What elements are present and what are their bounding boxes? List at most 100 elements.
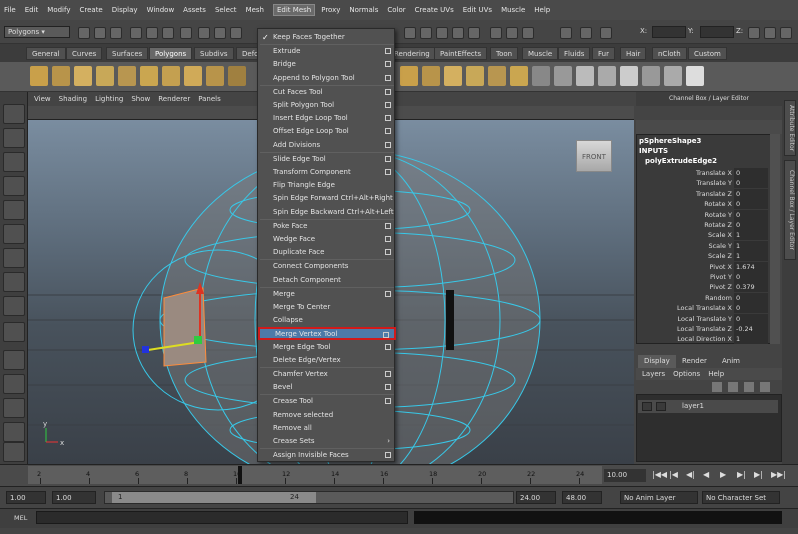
option-box-icon[interactable] — [385, 74, 391, 81]
polygon-tool-12-icon[interactable] — [422, 66, 440, 86]
shelf-tab-ncloth[interactable]: nCloth — [652, 47, 687, 60]
channel-value[interactable]: 1 — [734, 240, 768, 251]
polygon-tool-6-icon[interactable] — [140, 66, 158, 86]
soft-mod-tool-icon[interactable] — [3, 272, 25, 292]
new-layer-selected-icon[interactable] — [728, 382, 738, 392]
polygon-tool-4-icon[interactable] — [96, 66, 114, 86]
save-scene-icon[interactable] — [110, 27, 122, 39]
menu-item-collapse[interactable]: Collapse — [258, 314, 396, 327]
polygon-tool-11-icon[interactable] — [400, 66, 418, 86]
menu-select[interactable]: Select — [215, 6, 237, 14]
polygon-tool-24-icon[interactable] — [686, 66, 704, 86]
lasso-tool-icon[interactable] — [3, 128, 25, 148]
option-box-icon[interactable] — [385, 452, 391, 459]
shelf-tab-polygons[interactable]: Polygons — [149, 47, 193, 60]
new-scene-icon[interactable] — [78, 27, 90, 39]
polygon-tool-7-icon[interactable] — [162, 66, 180, 86]
polygon-tool-16-icon[interactable] — [510, 66, 528, 86]
panel-menu-view[interactable]: View — [34, 95, 51, 103]
manipulator-center-handle[interactable] — [194, 336, 202, 344]
rotate-tool-icon[interactable] — [3, 200, 25, 220]
menu-edit-mesh[interactable]: Edit Mesh — [273, 4, 316, 16]
shelf-tab-painteffects[interactable]: PaintEffects — [434, 47, 488, 60]
single-pane-layout-icon[interactable] — [3, 350, 25, 370]
polygon-tool-3-icon[interactable] — [74, 66, 92, 86]
layer-display-type-toggle[interactable] — [656, 402, 666, 411]
shelf-tab-fluids[interactable]: Fluids — [558, 47, 591, 60]
channel-name[interactable]: Random — [640, 293, 732, 303]
menu-display[interactable]: Display — [112, 6, 138, 14]
snap-grid-icon[interactable] — [198, 27, 210, 39]
option-box-icon[interactable] — [385, 371, 391, 377]
open-scene-icon[interactable] — [94, 27, 106, 39]
select-hierarchy-icon[interactable] — [130, 27, 142, 39]
menu-assets[interactable]: Assets — [183, 6, 206, 14]
channel-name[interactable]: Scale Z — [640, 251, 732, 261]
layer-tab-render[interactable]: Render — [676, 355, 713, 368]
option-box-icon[interactable] — [385, 115, 391, 122]
menu-item-slide-edge-tool[interactable]: Slide Edge Tool — [258, 153, 396, 166]
polygon-tool-20-icon[interactable] — [598, 66, 616, 86]
select-by-type-icon[interactable] — [180, 27, 192, 39]
option-box-icon[interactable] — [385, 290, 391, 297]
hypershade-layout-icon[interactable] — [3, 442, 25, 462]
option-box-icon[interactable] — [385, 61, 391, 68]
step-forward-key-button[interactable]: ▶| — [754, 470, 763, 479]
panel-menu-panels[interactable]: Panels — [198, 95, 221, 103]
channel-name[interactable]: Scale X — [640, 230, 732, 240]
animation-end-field[interactable]: 48.00 — [562, 491, 602, 504]
manipulator-tool-icon[interactable] — [3, 248, 25, 268]
polygon-tool-19-icon[interactable] — [576, 66, 594, 86]
option-box-icon[interactable] — [385, 222, 391, 229]
animation-start-field[interactable]: 1.00 — [6, 491, 46, 504]
channel-name[interactable]: Local Translate Z — [640, 324, 732, 334]
menu-item-crease-tool[interactable]: Crease Tool — [258, 395, 396, 408]
channel-name[interactable]: Pivot Y — [640, 272, 732, 282]
shelf-tab-custom[interactable]: Custom — [688, 47, 727, 60]
menu-item-spin-edge-backward-ctrl-alt-left[interactable]: Spin Edge Backward Ctrl+Alt+Left — [258, 206, 396, 219]
shelf-tab-subdivs[interactable]: Subdivs — [194, 47, 234, 60]
channel-value[interactable]: 0 — [734, 188, 768, 199]
scale-tool-icon[interactable] — [3, 224, 25, 244]
menu-window[interactable]: Window — [147, 6, 175, 14]
channel-name[interactable]: Pivot Z — [640, 282, 732, 292]
range-thumb[interactable]: 1 24 — [112, 492, 316, 503]
menu-item-add-divisions[interactable]: Add Divisions — [258, 139, 396, 152]
option-box-icon[interactable] — [385, 169, 391, 175]
command-input[interactable] — [36, 511, 408, 524]
polygon-tool-23-icon[interactable] — [664, 66, 682, 86]
tool-settings-toggle-icon[interactable] — [780, 27, 792, 39]
play-backward-button[interactable]: ◀ — [703, 470, 709, 479]
option-box-icon[interactable] — [385, 249, 391, 256]
go-to-end-button[interactable]: ▶▶| — [771, 470, 786, 479]
mode-selector[interactable]: Polygons ▾ — [4, 26, 70, 38]
move-tool-icon[interactable] — [3, 176, 25, 196]
polygon-tool-21-icon[interactable] — [620, 66, 638, 86]
menu-item-keep-faces-together[interactable]: Keep Faces Together ✓ — [258, 31, 396, 44]
step-forward-frame-button[interactable]: ▶| — [737, 470, 746, 479]
layer-name[interactable]: layer1 — [682, 402, 704, 410]
option-box-icon[interactable] — [385, 128, 391, 135]
menu-file[interactable]: File — [4, 6, 16, 14]
playback-end-field[interactable]: 24.00 — [516, 491, 556, 504]
channel-name[interactable]: Translate X — [640, 168, 732, 178]
menu-create[interactable]: Create — [79, 6, 102, 14]
menu-item-insert-edge-loop-tool[interactable]: Insert Edge Loop Tool — [258, 112, 396, 125]
menu-item-poke-face[interactable]: Poke Face — [258, 220, 396, 233]
channel-value[interactable]: 0 — [734, 303, 768, 314]
shelf-tab-hair[interactable]: Hair — [620, 47, 647, 60]
ipr-render-icon[interactable] — [420, 27, 432, 39]
graph-layout-icon[interactable] — [3, 422, 25, 442]
channel-value[interactable]: 1.674 — [734, 261, 768, 272]
channel-name[interactable]: Scale Y — [640, 241, 732, 251]
play-forward-button[interactable]: ▶ — [720, 470, 726, 479]
menu-normals[interactable]: Normals — [349, 6, 378, 14]
menu-item-duplicate-face[interactable]: Duplicate Face — [258, 246, 396, 259]
menu-create-uvs[interactable]: Create UVs — [415, 6, 454, 14]
snap-curve-icon[interactable] — [214, 27, 226, 39]
history-icon[interactable] — [468, 27, 480, 39]
channel-box-toggle-icon[interactable] — [764, 27, 776, 39]
panel-menu-lighting[interactable]: Lighting — [95, 95, 123, 103]
channel-box-scrollbar[interactable] — [770, 134, 780, 344]
menu-item-transform-component[interactable]: Transform Component — [258, 166, 396, 179]
